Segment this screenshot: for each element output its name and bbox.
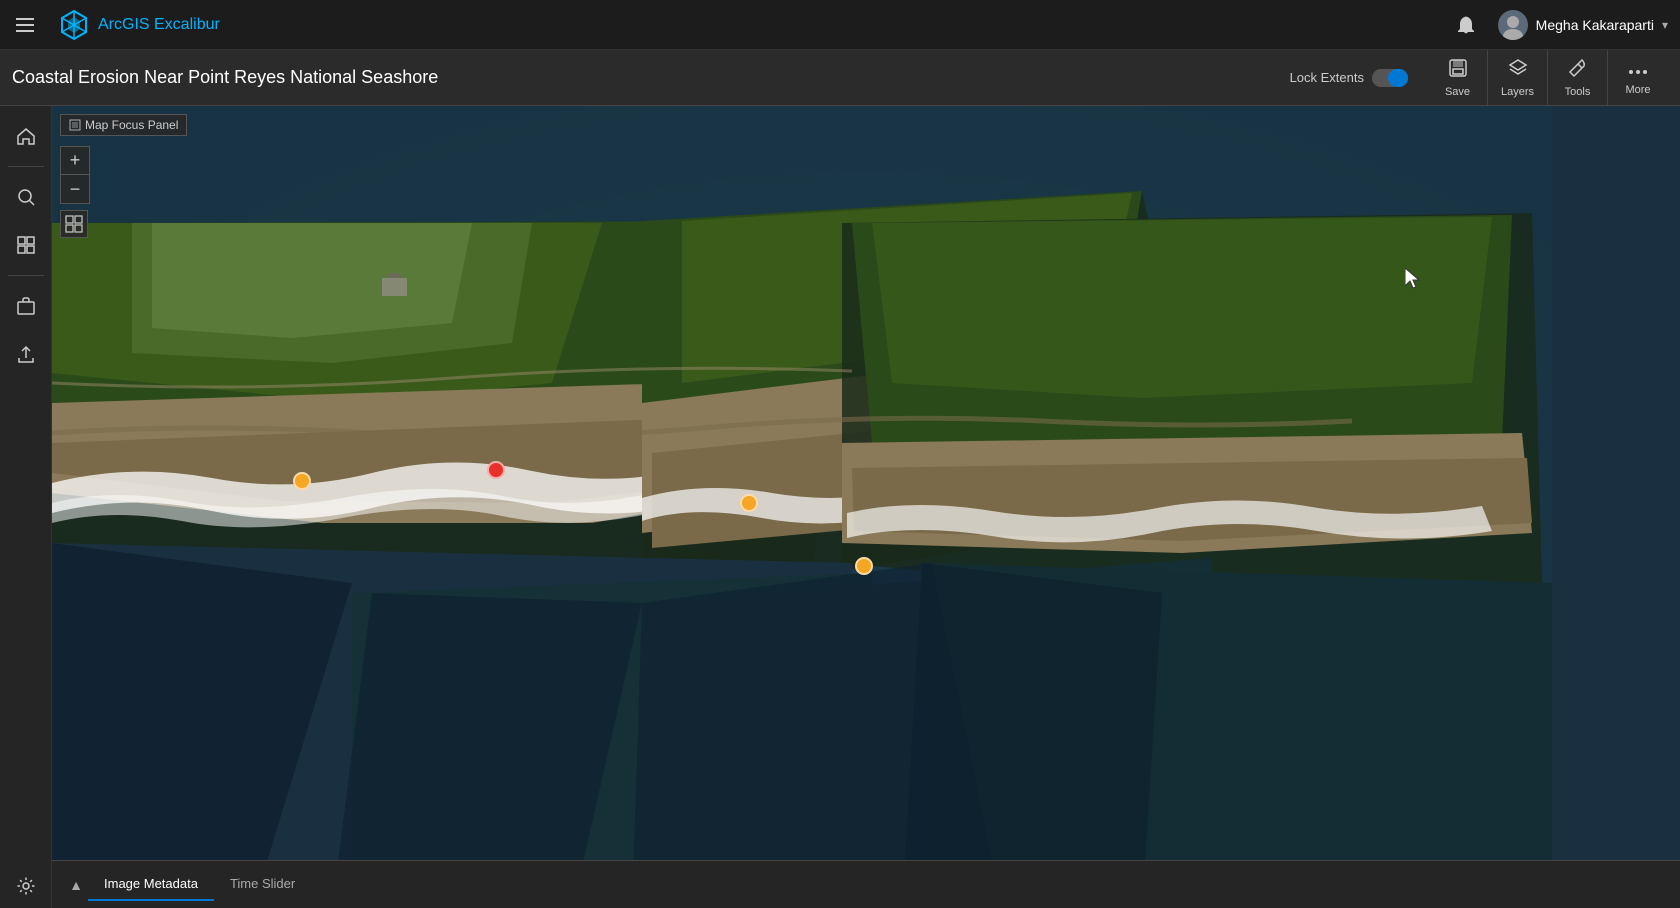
map-marker-4[interactable]: [855, 557, 873, 575]
user-name: Megha Kakaraparti: [1536, 17, 1654, 33]
main-layout: Map Focus Panel + −: [0, 106, 1680, 908]
map-marker-1[interactable]: [293, 472, 311, 490]
lock-toggle-indicator: [1388, 69, 1408, 87]
tools-icon: [1568, 58, 1588, 83]
lock-extents-label: Lock Extents: [1290, 70, 1364, 85]
layers-label: Layers: [1501, 86, 1534, 98]
app-logo: [56, 7, 92, 43]
save-icon: [1448, 58, 1468, 83]
sidebar-upload-button[interactable]: [4, 332, 48, 376]
left-sidebar: [0, 106, 52, 908]
layers-icon: [1508, 58, 1528, 83]
map-container[interactable]: Map Focus Panel + −: [52, 106, 1680, 908]
bottom-panel: ▲ Image Metadata Time Slider: [52, 860, 1680, 908]
map-grid-button[interactable]: [60, 210, 88, 238]
lock-extents-group: Lock Extents: [1290, 69, 1408, 87]
app-title: ArcGIS Excalibur: [98, 16, 220, 34]
toolbar: Coastal Erosion Near Point Reyes Nationa…: [0, 50, 1680, 106]
hamburger-menu[interactable]: [0, 0, 50, 50]
user-profile[interactable]: Megha Kakaraparti ▾: [1486, 0, 1680, 50]
more-label: More: [1625, 84, 1650, 96]
sidebar-divider: [8, 166, 44, 167]
zoom-in-button[interactable]: +: [61, 147, 89, 175]
more-icon: [1628, 60, 1648, 81]
save-label: Save: [1445, 86, 1470, 98]
map-marker-3[interactable]: [740, 494, 758, 512]
layers-button[interactable]: Layers: [1488, 50, 1548, 106]
map-focus-label: Map Focus Panel: [60, 114, 187, 136]
map-scene: [52, 106, 1680, 908]
sidebar-catalog-button[interactable]: [4, 223, 48, 267]
sidebar-settings-button[interactable]: [4, 864, 48, 908]
notification-button[interactable]: [1446, 0, 1486, 50]
map-marker-2[interactable]: [487, 461, 505, 479]
tools-label: Tools: [1565, 86, 1591, 98]
zoom-out-button[interactable]: −: [61, 175, 89, 203]
user-chevron-icon: ▾: [1662, 18, 1668, 32]
sidebar-divider-2: [8, 275, 44, 276]
sidebar-portfolio-button[interactable]: [4, 284, 48, 328]
tools-button[interactable]: Tools: [1548, 50, 1608, 106]
lock-extents-toggle[interactable]: [1372, 69, 1408, 87]
user-avatar: [1498, 10, 1528, 40]
map-zoom-controls: + −: [60, 146, 90, 204]
page-title: Coastal Erosion Near Point Reyes Nationa…: [12, 67, 1290, 88]
image-metadata-tab[interactable]: Image Metadata: [88, 868, 214, 901]
sidebar-search-button[interactable]: [4, 175, 48, 219]
top-navigation: ArcGIS Excalibur Megha Kakaraparti ▾: [0, 0, 1680, 50]
sidebar-home-button[interactable]: [4, 114, 48, 158]
more-button[interactable]: More: [1608, 50, 1668, 106]
save-button[interactable]: Save: [1428, 50, 1488, 106]
time-slider-tab[interactable]: Time Slider: [214, 868, 311, 901]
bottom-collapse-button[interactable]: ▲: [64, 873, 88, 897]
